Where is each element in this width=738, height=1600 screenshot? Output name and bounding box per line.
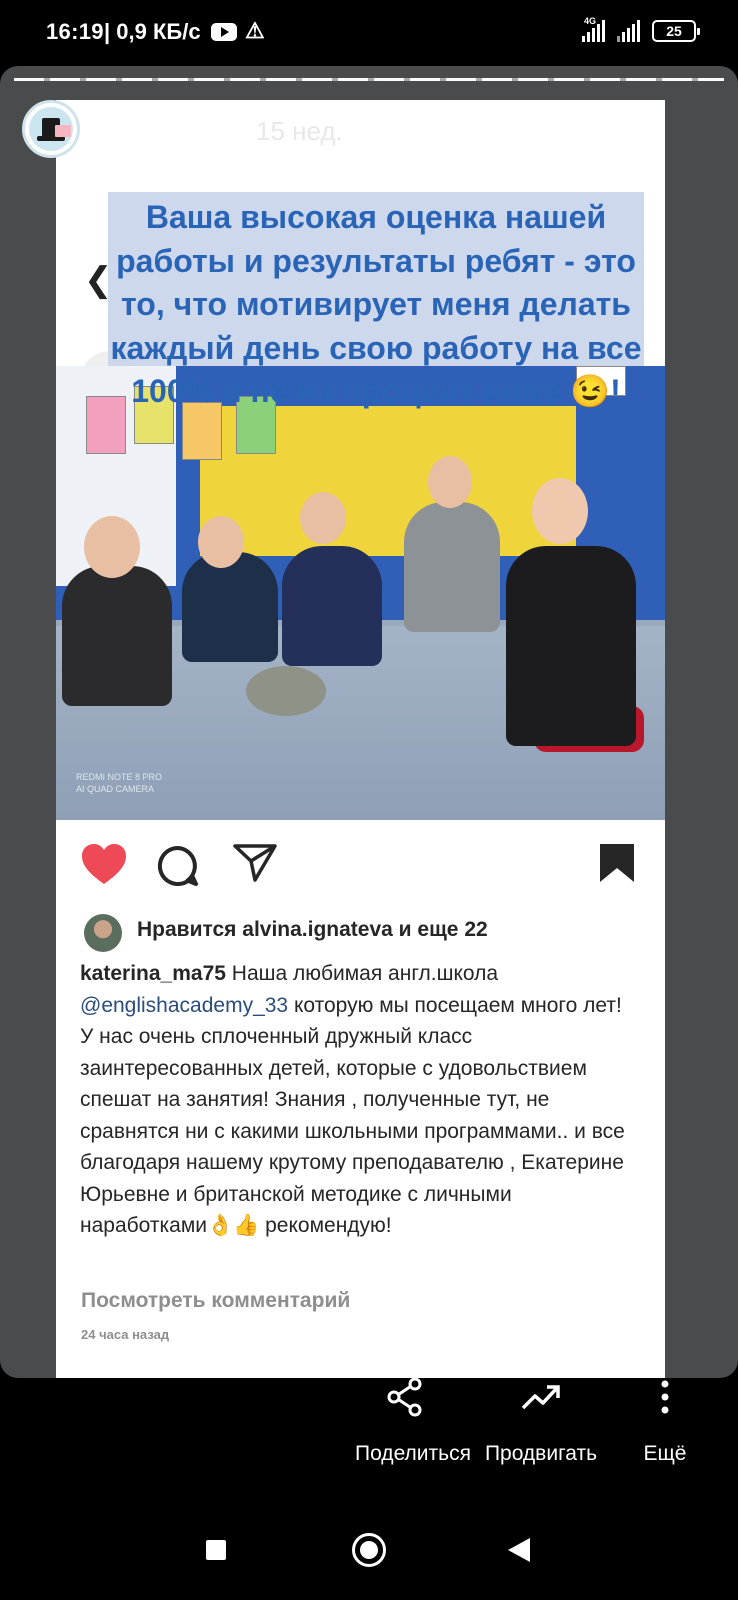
share-nodes-icon <box>387 1377 422 1417</box>
caption-mention-link[interactable]: @englishacademy_33 <box>80 994 288 1017</box>
story-quote-text: Ваша высокая оценка нашей работы и резул… <box>110 199 642 409</box>
like-heart-icon[interactable] <box>80 842 128 886</box>
post-timestamp: 24 часа назад <box>81 1327 170 1342</box>
story-time: 15 нед. <box>256 116 343 146</box>
liker-avatar[interactable] <box>84 914 122 952</box>
signal-icon: 4G <box>582 16 605 42</box>
view-comments-link[interactable]: Посмотреть комментарий <box>81 1289 350 1313</box>
youtube-icon <box>211 23 237 41</box>
camera-watermark: REDMI NOTE 8 PRO AI QUAD CAMERA <box>76 772 163 794</box>
story-avatar[interactable] <box>22 100 80 158</box>
network-speed: | 0,9 КБ/с <box>104 19 201 44</box>
caption-username[interactable]: katerina_ma75 <box>80 962 226 985</box>
likes-text[interactable]: Нравится alvina.ignateva и еще 22 <box>137 918 488 942</box>
story-progress-segments <box>14 78 724 81</box>
caption-text-1: Наша любимая англ.школа <box>225 962 499 985</box>
comment-icon[interactable] <box>156 844 200 888</box>
post-caption: katerina_ma75 Наша любимая англ.школа @e… <box>80 958 640 1242</box>
status-icons: 4G 25 <box>582 16 700 42</box>
home-icon[interactable] <box>352 1533 386 1567</box>
network-type: 4G <box>584 16 597 26</box>
more-label: Ещё <box>643 1442 687 1465</box>
status-time: 16:19 <box>46 19 104 44</box>
post-photo: REDMI NOTE 8 PRO AI QUAD CAMERA <box>56 366 665 820</box>
recent-apps-icon[interactable] <box>206 1540 226 1560</box>
share-label: Поделиться <box>355 1442 471 1465</box>
caption-text-2: которую мы посещаем много лет! У нас оче… <box>80 993 625 1238</box>
story-title[interactable]: ОТЗЫВЫ <box>106 116 230 147</box>
warning-icon: ⚠ <box>245 18 265 43</box>
signal-icon-2 <box>617 20 640 42</box>
battery-icon: 25 <box>652 20 700 42</box>
share-icon[interactable] <box>232 842 278 884</box>
status-bar: 16:19 | 0,9 КБ/с ⚠ 4G 25 <box>0 0 738 64</box>
bookmark-icon[interactable] <box>598 842 636 884</box>
promote-label: Продвигать <box>484 1442 598 1465</box>
promote-button[interactable]: Продвигать <box>476 1376 606 1468</box>
back-icon[interactable] <box>508 1538 530 1562</box>
more-button[interactable]: Ещё <box>620 1376 710 1468</box>
more-vertical-icon <box>661 1380 669 1414</box>
share-story-button[interactable]: Поделиться <box>355 1376 471 1468</box>
trending-up-icon <box>521 1385 560 1410</box>
navigation-bar <box>0 1498 738 1600</box>
